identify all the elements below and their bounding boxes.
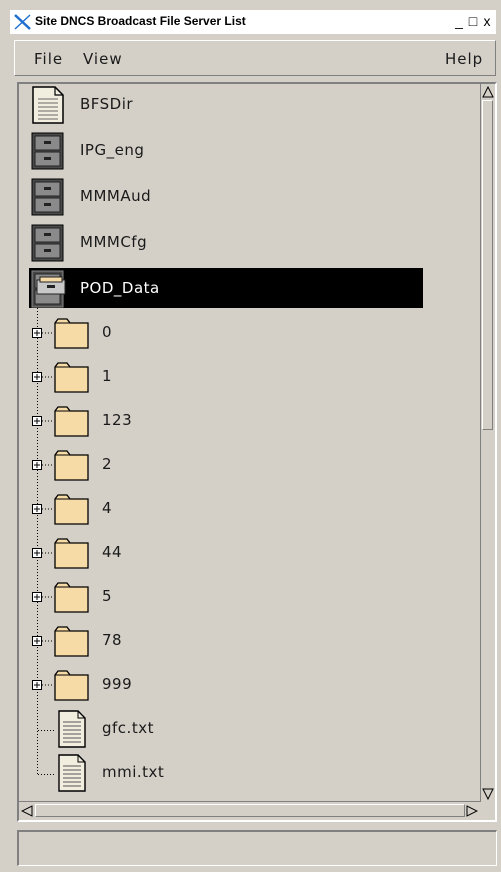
folder-icon [54,406,89,437]
tree-node-label: MMMAud [80,187,152,205]
menu-view-label: View [83,50,123,68]
tree-view[interactable]: BFSDir IPG_eng MMMAud MMMCfg POD_Data 0 … [19,84,481,802]
expand-plus-icon[interactable] [32,460,42,470]
tree-branch-line [42,464,54,466]
scroll-down-arrow-icon[interactable] [482,788,494,800]
tree-node-pod-data[interactable]: POD_Data [29,268,429,310]
tree-node-folder-5[interactable]: 5 [29,576,429,618]
title-bar[interactable]: Site DNCS Broadcast File Server List _ □… [10,10,496,34]
tree-branch-line [42,420,54,422]
tree-node-label: 5 [102,587,113,605]
open-file-cabinet-icon [31,270,66,308]
folder-icon [54,494,89,525]
expand-plus-icon[interactable] [32,416,42,426]
tree-node-mmmaud[interactable]: MMMAud [29,176,429,218]
tree-node-label: 4 [102,499,113,517]
tree-node-folder-1[interactable]: 1 [29,356,429,398]
tree-node-folder-0[interactable]: 0 [29,312,429,354]
tree-branch-line [42,596,54,598]
tree-node-label: 78 [102,631,123,649]
vertical-scroll-thumb[interactable] [482,100,493,430]
tree-node-mmmcfg[interactable]: MMMCfg [29,222,429,264]
tree-branch-line [42,508,54,510]
expand-plus-icon[interactable] [32,592,42,602]
tree-node-label: 999 [102,675,133,693]
scroll-left-arrow-icon[interactable] [21,805,33,817]
tree-node-folder-4[interactable]: 4 [29,488,429,530]
minimize-button[interactable]: _ [452,13,466,30]
tree-node-folder-44[interactable]: 44 [29,532,429,574]
folder-icon [54,450,89,481]
maximize-button[interactable]: □ [466,13,480,30]
expand-plus-icon[interactable] [32,636,42,646]
tree-node-label: 0 [102,323,113,341]
tree-node-file-mmi[interactable]: mmi.txt [29,752,429,794]
tree-node-label: 2 [102,455,113,473]
folder-icon [54,538,89,569]
menu-view[interactable]: View [83,50,123,68]
menu-help[interactable]: Help [445,50,483,68]
window-title: Site DNCS Broadcast File Server List [35,14,246,28]
tree-branch-line [42,332,54,334]
tree-node-label: POD_Data [80,279,160,297]
folder-icon [54,582,89,613]
expand-plus-icon[interactable] [32,504,42,514]
horizontal-scroll-thumb[interactable] [35,804,465,817]
tree-branch-line [42,684,54,686]
file-cabinet-icon [31,224,64,262]
tree-node-folder-123[interactable]: 123 [29,400,429,442]
tree-node-folder-999[interactable]: 999 [29,664,429,706]
expand-plus-icon[interactable] [32,372,42,382]
expand-plus-icon[interactable] [32,548,42,558]
folder-icon [54,362,89,393]
tree-panel: BFSDir IPG_eng MMMAud MMMCfg POD_Data 0 … [17,82,497,822]
tree-node-bfsdir[interactable]: BFSDir [29,84,429,126]
menu-file-label: File [34,50,64,68]
text-file-icon [58,710,86,748]
tree-node-label: MMMCfg [80,233,148,251]
menu-bar: File View Help [14,40,496,76]
tree-branch-line [42,640,54,642]
close-button[interactable]: x [480,13,494,30]
scroll-right-arrow-icon[interactable] [466,805,478,817]
text-file-icon [58,754,86,792]
tree-node-label: gfc.txt [102,719,154,737]
folder-icon [54,670,89,701]
tree-node-label: 44 [102,543,123,561]
expand-plus-icon[interactable] [32,328,42,338]
tree-node-label: mmi.txt [102,763,165,781]
expand-plus-icon[interactable] [32,680,42,690]
tree-node-label: 1 [102,367,113,385]
folder-icon [54,318,89,349]
file-cabinet-icon [31,132,64,170]
vertical-scrollbar[interactable] [480,84,495,802]
tree-node-file-gfc[interactable]: gfc.txt [29,708,429,750]
tree-node-folder-78[interactable]: 78 [29,620,429,662]
tree-node-folder-2[interactable]: 2 [29,444,429,486]
document-icon [32,86,64,124]
horizontal-scrollbar[interactable] [19,801,481,820]
status-bar [17,830,497,866]
tree-branch-line [42,552,54,554]
tree-branch-line [42,376,54,378]
folder-icon [54,626,89,657]
file-cabinet-icon [31,178,64,216]
scroll-up-arrow-icon[interactable] [482,86,494,98]
tree-node-label: BFSDir [80,95,134,113]
tree-node-ipg-eng[interactable]: IPG_eng [29,130,429,172]
menu-help-label: Help [445,50,484,68]
tree-node-label: IPG_eng [80,141,145,159]
app-window: Site DNCS Broadcast File Server List _ □… [0,0,501,872]
tree-node-label: 123 [102,411,133,429]
menu-file[interactable]: File [34,50,63,68]
x-logo-icon [14,14,31,30]
